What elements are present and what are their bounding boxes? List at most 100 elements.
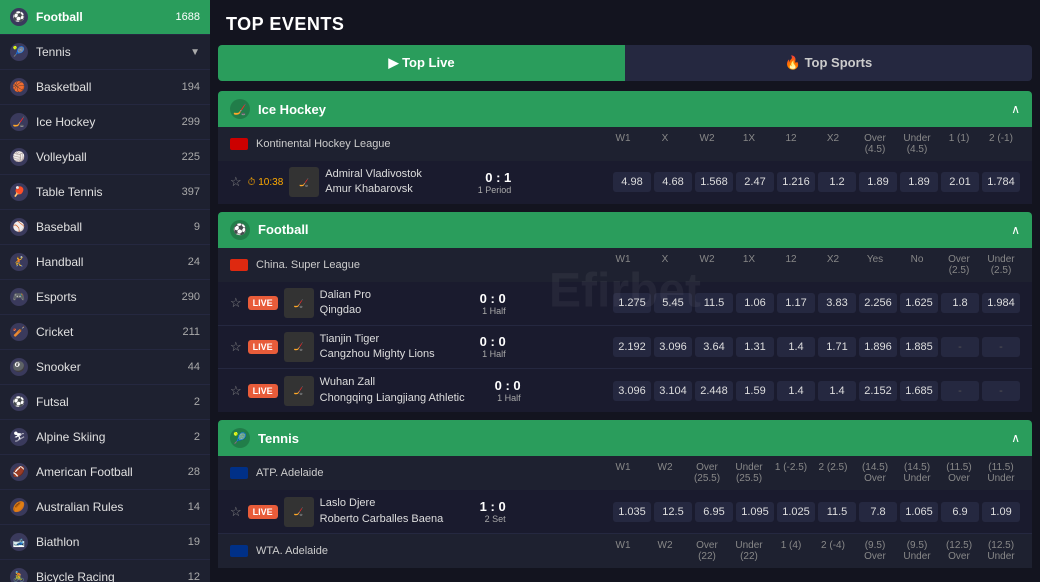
sidebar-item-volleyball[interactable]: 🏐Volleyball225: [0, 140, 210, 175]
collapse-icon[interactable]: ∧: [1011, 431, 1020, 445]
league-name: Kontinental Hockey League: [256, 138, 596, 150]
sidebar-item-handball[interactable]: 🤾Handball24: [0, 245, 210, 280]
collapse-icon[interactable]: ∧: [1011, 102, 1020, 116]
odd-button[interactable]: 1.095: [736, 502, 774, 522]
odd-button[interactable]: 1.035: [613, 502, 651, 522]
odd-button[interactable]: 4.98: [613, 172, 651, 192]
odd-button[interactable]: 1.4: [818, 381, 856, 401]
column-label: 12: [772, 254, 810, 276]
odd-button[interactable]: 3.83: [818, 293, 856, 313]
sidebar-item-alpine-skiing[interactable]: ⛷Alpine Skiing2: [0, 420, 210, 455]
sidebar-item-tennis[interactable]: 🎾Tennis▼: [0, 35, 210, 70]
sport-icon: 🏏: [10, 323, 28, 341]
odd-button[interactable]: 1.4: [777, 337, 815, 357]
odd-button[interactable]: 1.896: [859, 337, 897, 357]
sport-icon: 🏀: [10, 78, 28, 96]
sidebar-item-ice-hockey[interactable]: 🏒Ice Hockey299: [0, 105, 210, 140]
sidebar-item-american-football[interactable]: 🏈American Football28: [0, 455, 210, 490]
odd-button[interactable]: 1.8: [941, 293, 979, 313]
odd-button[interactable]: 1.568: [695, 172, 733, 192]
column-label: 1 (4): [772, 540, 810, 562]
odd-button[interactable]: 1.89: [859, 172, 897, 192]
odd-button[interactable]: 5.45: [654, 293, 692, 313]
league-header: China. Super LeagueW1XW21X12X2YesNoOver …: [218, 248, 1032, 282]
sport-name: Snooker: [36, 360, 180, 374]
sport-count: 44: [188, 361, 200, 373]
sidebar-item-futsal[interactable]: ⚽Futsal2: [0, 385, 210, 420]
odd-button[interactable]: 1.784: [982, 172, 1020, 192]
team2-name: Amur Khabarovsk: [325, 182, 455, 197]
odd-button[interactable]: 1.685: [900, 381, 938, 401]
odd-button[interactable]: 1.065: [900, 502, 938, 522]
odd-button[interactable]: 1.71: [818, 337, 856, 357]
odd-button[interactable]: -: [982, 337, 1020, 357]
odd-button[interactable]: 2.47: [736, 172, 774, 192]
odd-button[interactable]: 2.448: [695, 381, 733, 401]
sport-count: 2: [194, 396, 200, 408]
odd-button[interactable]: -: [941, 381, 979, 401]
tab-top-live[interactable]: ▶ Top Live: [218, 45, 625, 81]
favorite-star-icon[interactable]: ☆: [230, 174, 242, 190]
match-odds: 2.1923.0963.641.311.41.711.8961.885--: [512, 337, 1020, 357]
sport-count: 19: [188, 536, 200, 548]
odd-button[interactable]: 2.01: [941, 172, 979, 192]
column-label: No: [898, 254, 936, 276]
odd-button[interactable]: 6.95: [695, 502, 733, 522]
odd-button[interactable]: 11.5: [695, 293, 733, 313]
odd-button[interactable]: 1.59: [736, 381, 774, 401]
odd-button[interactable]: 1.89: [900, 172, 938, 192]
odd-button[interactable]: 6.9: [941, 502, 979, 522]
odd-button[interactable]: 2.256: [859, 293, 897, 313]
favorite-star-icon[interactable]: ☆: [230, 339, 242, 355]
odd-button[interactable]: 3.096: [613, 381, 651, 401]
favorite-star-icon[interactable]: ☆: [230, 383, 242, 399]
odd-button[interactable]: 3.64: [695, 337, 733, 357]
odd-button[interactable]: 1.625: [900, 293, 938, 313]
odd-button[interactable]: 4.68: [654, 172, 692, 192]
sport-icon: 🎱: [10, 358, 28, 376]
odd-button[interactable]: 1.216: [777, 172, 815, 192]
odd-button[interactable]: 1.06: [736, 293, 774, 313]
tab-top-sports[interactable]: 🔥 Top Sports: [625, 45, 1032, 81]
sidebar-item-biathlon[interactable]: 🎿Biathlon19: [0, 525, 210, 560]
odd-button[interactable]: 11.5: [818, 502, 856, 522]
odd-button[interactable]: 1.09: [982, 502, 1020, 522]
odd-button[interactable]: -: [982, 381, 1020, 401]
section-title: Tennis: [258, 431, 1003, 446]
sidebar-item-basketball[interactable]: 🏀Basketball194: [0, 70, 210, 105]
odd-button[interactable]: 1.025: [777, 502, 815, 522]
odd-button[interactable]: 1.885: [900, 337, 938, 357]
odd-button[interactable]: 7.8: [859, 502, 897, 522]
sidebar-item-snooker[interactable]: 🎱 Snooker 44: [0, 350, 210, 385]
sidebar-item-australian-rules[interactable]: 🏉Australian Rules14: [0, 490, 210, 525]
sidebar-item-table-tennis[interactable]: 🏓Table Tennis397: [0, 175, 210, 210]
odd-button[interactable]: 12.5: [654, 502, 692, 522]
sport-icon: ⛷: [10, 428, 28, 446]
sidebar-item-cricket[interactable]: 🏏Cricket211: [0, 315, 210, 350]
match-time: ⏱ 10:38: [248, 177, 284, 188]
live-badge: LIVE: [248, 505, 278, 519]
odd-button[interactable]: 1.31: [736, 337, 774, 357]
sport-icon: 🏈: [10, 463, 28, 481]
sidebar-item-esports[interactable]: 🎮Esports290: [0, 280, 210, 315]
odd-button[interactable]: 1.984: [982, 293, 1020, 313]
match-teams: Admiral VladivostokAmur Khabarovsk: [325, 167, 455, 198]
live-badge: LIVE: [248, 296, 278, 310]
odd-button[interactable]: 2.152: [859, 381, 897, 401]
favorite-star-icon[interactable]: ☆: [230, 295, 242, 311]
odd-button[interactable]: 1.2: [818, 172, 856, 192]
collapse-icon[interactable]: ∧: [1011, 223, 1020, 237]
odd-button[interactable]: 2.192: [613, 337, 651, 357]
column-label: X: [646, 254, 684, 276]
sidebar-item-baseball[interactable]: ⚾Baseball9: [0, 210, 210, 245]
odd-button[interactable]: 3.104: [654, 381, 692, 401]
sidebar-item-bicycle-racing[interactable]: 🚴Bicycle Racing12: [0, 560, 210, 582]
sidebar-item-football[interactable]: ⚽Football1688: [0, 0, 210, 35]
favorite-star-icon[interactable]: ☆: [230, 504, 242, 520]
odd-button[interactable]: 1.4: [777, 381, 815, 401]
odd-button[interactable]: 1.275: [613, 293, 651, 313]
column-label: W1: [604, 462, 642, 484]
odd-button[interactable]: 3.096: [654, 337, 692, 357]
odd-button[interactable]: 1.17: [777, 293, 815, 313]
odd-button[interactable]: -: [941, 337, 979, 357]
